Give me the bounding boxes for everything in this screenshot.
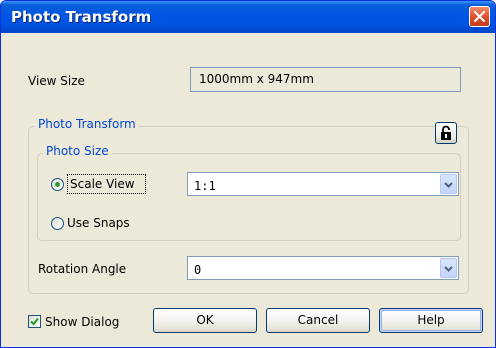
scale-view-label[interactable]: Scale View — [70, 177, 135, 191]
photo-size-legend: Photo Size — [43, 144, 112, 158]
use-snaps-label[interactable]: Use Snaps — [67, 216, 130, 230]
ok-button[interactable]: OK — [153, 308, 257, 333]
close-icon — [474, 11, 485, 22]
use-snaps-radio[interactable] — [51, 217, 64, 230]
show-dialog-checkbox[interactable] — [28, 315, 41, 328]
view-size-label: View Size — [28, 74, 85, 88]
scale-view-radio[interactable] — [51, 178, 64, 191]
photo-transform-legend: Photo Transform — [35, 117, 139, 131]
scale-combo-value: 1:1 — [194, 179, 216, 193]
rotation-combo-dropdown-button[interactable] — [440, 258, 457, 278]
window-title: Photo Transform — [11, 8, 152, 26]
lock-button[interactable] — [435, 122, 457, 144]
view-size-field: 1000mm x 947mm — [190, 67, 461, 92]
checkmark-icon — [30, 317, 39, 326]
photo-transform-dialog: Photo Transform View Size 1000mm x 947mm… — [0, 0, 496, 348]
close-button[interactable] — [469, 6, 490, 27]
scale-combo-dropdown-button[interactable] — [440, 174, 457, 194]
help-button[interactable]: Help — [379, 308, 483, 333]
chevron-down-icon — [444, 182, 453, 188]
cancel-button[interactable]: Cancel — [266, 308, 370, 333]
scale-combo[interactable]: 1:1 — [187, 172, 459, 196]
rotation-angle-value: 0 — [194, 263, 202, 277]
show-dialog-label[interactable]: Show Dialog — [45, 315, 119, 329]
view-size-value: 1000mm x 947mm — [199, 72, 314, 86]
lock-icon — [441, 125, 451, 140]
rotation-angle-label: Rotation Angle — [38, 262, 127, 276]
rotation-angle-combo[interactable]: 0 — [187, 256, 459, 280]
chevron-down-icon — [444, 266, 453, 272]
title-bar[interactable]: Photo Transform — [1, 1, 495, 33]
